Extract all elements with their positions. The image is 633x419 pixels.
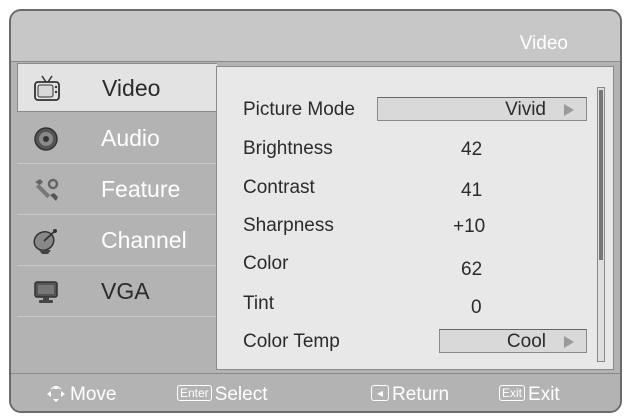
return-key-icon: ◂	[371, 385, 390, 401]
color-temp-selector[interactable]: Cool	[439, 329, 587, 353]
return-label: Return	[392, 384, 450, 405]
sidebar-item-vga[interactable]: VGA	[17, 267, 216, 317]
video-settings-panel: Picture Mode Vivid Brightness 42 Contras…	[216, 66, 614, 370]
menu-title: Video	[519, 33, 568, 54]
picture-mode-label: Picture Mode	[243, 99, 355, 120]
right-arrow-icon	[564, 104, 574, 116]
sharpness-label: Sharpness	[243, 215, 334, 236]
sidebar-item-video[interactable]: Video	[17, 63, 217, 112]
sidebar-item-label: Video	[102, 75, 161, 101]
brightness-row[interactable]: Brightness 42	[243, 138, 593, 172]
right-arrow-icon	[564, 336, 574, 348]
sidebar-item-feature[interactable]: Feature	[17, 165, 216, 215]
select-label: Select	[214, 384, 268, 405]
title-bar: Video	[11, 11, 620, 62]
sharpness-row[interactable]: Sharpness +10	[243, 215, 593, 249]
contrast-value: 41	[461, 180, 483, 201]
footer-hint-bar: Move Enter Select ◂ Return Exit Exit	[11, 373, 620, 411]
contrast-row[interactable]: Contrast 41	[243, 177, 593, 211]
exit-label: Exit	[528, 384, 560, 405]
wrench-icon	[35, 178, 59, 201]
color-temp-label: Color Temp	[243, 331, 340, 352]
color-row[interactable]: Color 62	[243, 253, 593, 287]
monitor-icon	[34, 281, 58, 303]
tint-value: 0	[471, 297, 482, 318]
osd-menu-frame: Video Video Audio Feature Channel VGA Pi…	[9, 9, 622, 413]
contrast-label: Contrast	[243, 177, 315, 198]
scrollbar-thumb[interactable]	[599, 90, 603, 260]
color-value: 62	[461, 259, 483, 280]
select-hint: Enter Select	[177, 384, 268, 406]
speaker-icon	[34, 127, 58, 151]
sharpness-value: +10	[453, 216, 486, 237]
picture-mode-selector[interactable]: Vivid	[377, 97, 587, 121]
brightness-value: 42	[461, 139, 483, 160]
return-hint: ◂ Return	[371, 384, 449, 406]
sidebar-item-label: Channel	[101, 227, 187, 253]
exit-key-icon: Exit	[499, 385, 526, 401]
satellite-dish-icon	[33, 229, 57, 254]
scrollbar[interactable]	[597, 87, 605, 362]
sidebar-item-audio[interactable]: Audio	[17, 114, 216, 164]
color-temp-value: Cool	[506, 331, 546, 352]
sidebar-item-label: Audio	[101, 125, 160, 151]
tint-label: Tint	[243, 293, 274, 314]
picture-mode-value: Vivid	[505, 99, 546, 120]
sidebar-item-channel[interactable]: Channel	[17, 216, 216, 266]
color-temp-row[interactable]: Color Temp Cool	[243, 329, 593, 365]
color-label: Color	[243, 253, 289, 274]
brightness-label: Brightness	[243, 138, 333, 159]
navigation-arrows-icon	[47, 386, 65, 402]
sidebar-item-label: VGA	[101, 278, 150, 304]
exit-hint: Exit Exit	[499, 384, 560, 406]
tint-row[interactable]: Tint 0	[243, 293, 593, 327]
sidebar-item-label: Feature	[101, 176, 181, 202]
move-hint: Move	[45, 384, 116, 406]
category-sidebar: Video Audio Feature Channel VGA	[11, 63, 217, 373]
move-label: Move	[70, 384, 117, 405]
enter-key-icon: Enter	[177, 385, 212, 401]
tv-icon	[34, 75, 60, 101]
picture-mode-row[interactable]: Picture Mode Vivid	[243, 97, 593, 133]
